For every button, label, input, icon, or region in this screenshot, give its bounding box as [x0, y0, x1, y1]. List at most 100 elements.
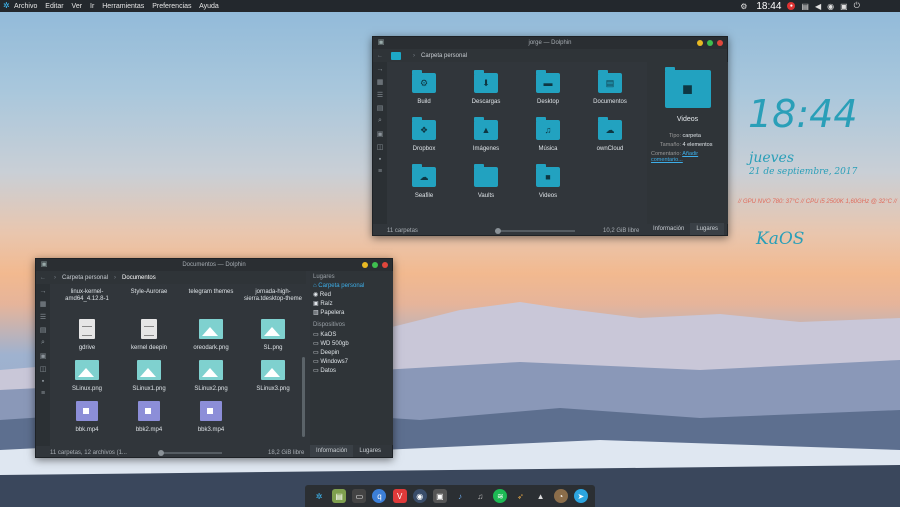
file-item[interactable]: gdrive: [56, 319, 118, 352]
folder-label[interactable]: Style-Aurorae: [118, 289, 180, 303]
file-item[interactable]: SLinux3.png: [242, 360, 304, 393]
folder-item[interactable]: Vaults: [455, 164, 517, 200]
folder-label[interactable]: jornada-high-sierra.tdesktop-theme: [242, 289, 304, 303]
places-item[interactable]: ◉ Red: [313, 291, 390, 298]
details-view-icon[interactable]: ▤: [377, 104, 384, 112]
zoom-slider-handle[interactable]: [158, 450, 164, 456]
maximize-button[interactable]: [707, 40, 713, 46]
qbittorrent-icon[interactable]: q: [372, 489, 387, 503]
device-item[interactable]: ▭ Deepin: [313, 349, 390, 356]
menu-icon[interactable]: ≡: [378, 168, 382, 175]
terminal-icon[interactable]: ▪: [379, 156, 381, 163]
search-icon[interactable]: ⌕: [378, 117, 382, 125]
back-arrow-icon[interactable]: ←: [377, 53, 383, 59]
zoom-slider-handle[interactable]: [495, 228, 501, 234]
menu-icon[interactable]: ≡: [41, 390, 45, 397]
notification-badge-icon[interactable]: ●: [787, 2, 796, 10]
preview-icon[interactable]: ▣: [40, 352, 47, 360]
file-item[interactable]: bbk3.mp4: [180, 401, 242, 434]
maximize-button[interactable]: [372, 262, 378, 268]
window-switcher-icon[interactable]: ▣: [432, 489, 447, 503]
file-item[interactable]: SLinux2.png: [180, 360, 242, 393]
compact-view-icon[interactable]: ☰: [40, 313, 46, 321]
folder-item[interactable]: ■ Videos: [517, 164, 579, 200]
folder-item[interactable]: ▤ Documentos: [579, 70, 641, 106]
folder-item[interactable]: ▬ Desktop: [517, 70, 579, 106]
power-icon[interactable]: ⏻: [854, 1, 860, 11]
telegram-icon[interactable]: ➤: [573, 489, 588, 503]
minimize-button[interactable]: [697, 40, 703, 46]
folder-item[interactable]: ☁ Seafile: [393, 164, 455, 200]
files-icon[interactable]: ▤: [332, 489, 347, 503]
tab-lugares[interactable]: Lugares: [690, 223, 725, 235]
file-item[interactable]: bbk.mp4: [56, 401, 118, 434]
window-titlebar[interactable]: ▣ jorge — Dolphin: [373, 37, 727, 49]
split-view-icon[interactable]: ◫: [40, 365, 47, 373]
menu-ayuda[interactable]: Ayuda: [199, 3, 219, 10]
kaos-launcher-icon[interactable]: ✲: [312, 489, 326, 503]
device-item[interactable]: ▭ KaOS: [313, 331, 390, 338]
folder-item[interactable]: ⬇ Descargas: [455, 70, 517, 106]
search-icon[interactable]: ⌕: [41, 339, 45, 347]
folder-item[interactable]: ▲ Imágenes: [455, 117, 517, 153]
forward-arrow-icon[interactable]: →: [40, 288, 47, 295]
menu-editar[interactable]: Editar: [45, 3, 63, 10]
folder-label[interactable]: linux-kernel-amd64_4.12.8-1: [56, 289, 118, 303]
split-view-icon[interactable]: ◫: [377, 143, 384, 151]
compact-view-icon[interactable]: ☰: [377, 91, 383, 99]
file-item[interactable]: oreodark.png: [180, 319, 242, 352]
back-arrow-icon[interactable]: ←: [40, 275, 46, 281]
menu-archivo[interactable]: Archivo: [14, 3, 37, 10]
kaos-logo-icon[interactable]: ✲: [3, 2, 11, 10]
folder-item[interactable]: ♫ Música: [517, 117, 579, 153]
menu-ver[interactable]: Ver: [72, 3, 83, 10]
vivaldi-icon[interactable]: V: [392, 489, 407, 503]
updates-icon[interactable]: ◉: [827, 2, 834, 11]
places-item[interactable]: ⌂ Carpeta personal: [313, 283, 390, 289]
volume-icon[interactable]: ◀: [815, 2, 821, 11]
music-icon[interactable]: ♪: [453, 489, 467, 503]
window-titlebar[interactable]: ▣ Documentos — Dolphin: [36, 259, 392, 271]
icon-view-icon[interactable]: ▦: [40, 300, 47, 308]
file-item[interactable]: SLinux1.png: [118, 360, 180, 393]
folder-item[interactable]: ⚙ Build: [393, 70, 455, 106]
inkscape-icon[interactable]: ▲: [534, 489, 548, 503]
menu-preferencias[interactable]: Preferencias: [152, 3, 191, 10]
icon-view-icon[interactable]: ▦: [377, 78, 384, 86]
close-button[interactable]: [717, 40, 723, 46]
audio-player-icon[interactable]: ♫: [473, 489, 487, 503]
breadcrumb-home[interactable]: Carpeta personal: [62, 275, 108, 281]
zoom-slider[interactable]: [158, 450, 222, 456]
settings-icon[interactable]: ⚙: [740, 2, 747, 11]
steam-icon[interactable]: ◉: [412, 489, 427, 503]
preview-icon[interactable]: ▣: [377, 130, 384, 138]
menu-herramientas[interactable]: Herramientas: [102, 3, 144, 10]
network-icon[interactable]: ▣: [840, 2, 848, 11]
places-item[interactable]: ▥ Papelera: [313, 309, 390, 316]
forward-arrow-icon[interactable]: →: [377, 66, 384, 73]
zoom-slider[interactable]: [495, 228, 575, 234]
places-item[interactable]: ▣ Raíz: [313, 300, 390, 307]
minimize-button[interactable]: [362, 262, 368, 268]
tab-informacion[interactable]: Información: [310, 445, 354, 457]
terminal-icon[interactable]: ▪: [42, 378, 44, 385]
file-item[interactable]: bbk2.mp4: [118, 401, 180, 434]
device-item[interactable]: ▭ Datos: [313, 367, 390, 374]
device-item[interactable]: ▭ Windows7: [313, 358, 390, 365]
tab-lugares[interactable]: Lugares: [353, 445, 387, 457]
breadcrumb-home[interactable]: Carpeta personal: [421, 53, 467, 59]
spotify-icon[interactable]: ≋: [493, 489, 508, 503]
rocket-icon[interactable]: ➶: [513, 489, 527, 503]
menu-ir[interactable]: Ir: [90, 3, 94, 10]
file-item[interactable]: kernel deepin: [118, 319, 180, 352]
gimp-icon[interactable]: ◔: [553, 489, 568, 503]
folder-label[interactable]: telegram themes: [180, 289, 242, 303]
folder-item[interactable]: ❖ Dropbox: [393, 117, 455, 153]
details-view-icon[interactable]: ▤: [40, 326, 47, 334]
clipboard-icon[interactable]: ▤: [801, 2, 809, 11]
file-item[interactable]: SL.png: [242, 319, 304, 352]
device-item[interactable]: ▭ WD 500gb: [313, 340, 390, 347]
folder-item[interactable]: ☁ ownCloud: [579, 117, 641, 153]
scrollbar[interactable]: [302, 357, 305, 437]
file-item[interactable]: SLinux.png: [56, 360, 118, 393]
